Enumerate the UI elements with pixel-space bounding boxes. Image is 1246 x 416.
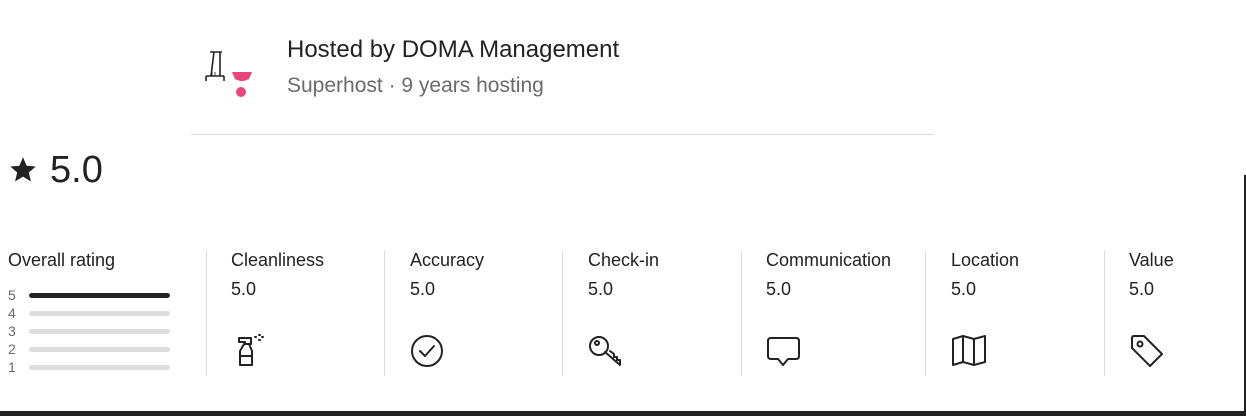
category-location: Location 5.0: [951, 250, 1020, 366]
distribution-label: 3: [8, 323, 16, 339]
rating-value: 5.0: [50, 148, 103, 191]
doma-logo-icon: [192, 37, 252, 97]
category-value-rating: Value 5.0: [1129, 250, 1174, 367]
category-label: Accuracy: [410, 250, 485, 270]
distribution-track: [29, 293, 170, 298]
distribution-row: 2: [8, 340, 178, 358]
category-value: 5.0: [1129, 279, 1155, 299]
distribution-row: 1: [8, 358, 178, 376]
distribution-track: [29, 365, 170, 370]
map-icon: [951, 332, 987, 368]
column-separator: [562, 250, 563, 376]
distribution-track: [29, 311, 170, 316]
host-avatar[interactable]: [191, 36, 253, 98]
category-value: 5.0: [588, 279, 614, 299]
column-separator: [384, 250, 385, 376]
category-accuracy: Accuracy 5.0: [410, 250, 485, 367]
category-label: Communication: [766, 250, 892, 270]
category-value: 5.0: [410, 279, 436, 299]
tag-icon: [1129, 332, 1165, 368]
distribution-row: 5: [8, 286, 178, 304]
column-separator: [741, 250, 742, 376]
overall-rating-title: Overall rating: [8, 250, 116, 270]
distribution-row: 4: [8, 304, 178, 322]
distribution-label: 2: [8, 341, 16, 357]
category-cleanliness: Cleanliness 5.0: [231, 250, 325, 366]
rating-summary: 5.0: [8, 148, 103, 192]
distribution-label: 4: [8, 305, 16, 321]
spray-bottle-icon: [231, 332, 267, 368]
category-value: 5.0: [951, 279, 977, 299]
category-label: Check-in: [588, 250, 660, 270]
divider: [191, 134, 934, 135]
host-subtitle: Superhost · 9 years hosting: [287, 74, 544, 97]
key-icon: [588, 332, 624, 368]
chat-bubble-icon: [766, 332, 802, 368]
distribution-label: 5: [8, 287, 16, 303]
column-separator: [1104, 250, 1105, 376]
category-label: Value: [1129, 250, 1174, 270]
distribution-track: [29, 347, 170, 352]
distribution-track: [29, 329, 170, 334]
category-communication: Communication 5.0: [766, 250, 892, 366]
host-name: Hosted by DOMA Management: [287, 36, 620, 63]
distribution-label: 1: [8, 359, 16, 375]
host-section: Hosted by DOMA Management Superhost · 9 …: [191, 36, 934, 136]
distribution-fill: [29, 293, 170, 298]
star-icon: [10, 157, 36, 182]
column-separator: [206, 250, 207, 376]
category-value: 5.0: [231, 279, 257, 299]
check-circle-icon: [410, 332, 446, 368]
rating-distribution: 5 4 3 2 1: [8, 286, 178, 376]
bottom-edge-rule: [0, 411, 1246, 416]
category-check-in: Check-in 5.0: [588, 250, 660, 366]
category-label: Cleanliness: [231, 250, 325, 270]
overall-rating: Overall rating 5 4 3 2 1: [8, 250, 178, 375]
category-label: Location: [951, 250, 1020, 270]
category-value: 5.0: [766, 279, 792, 299]
distribution-row: 3: [8, 322, 178, 340]
column-separator: [925, 250, 926, 376]
